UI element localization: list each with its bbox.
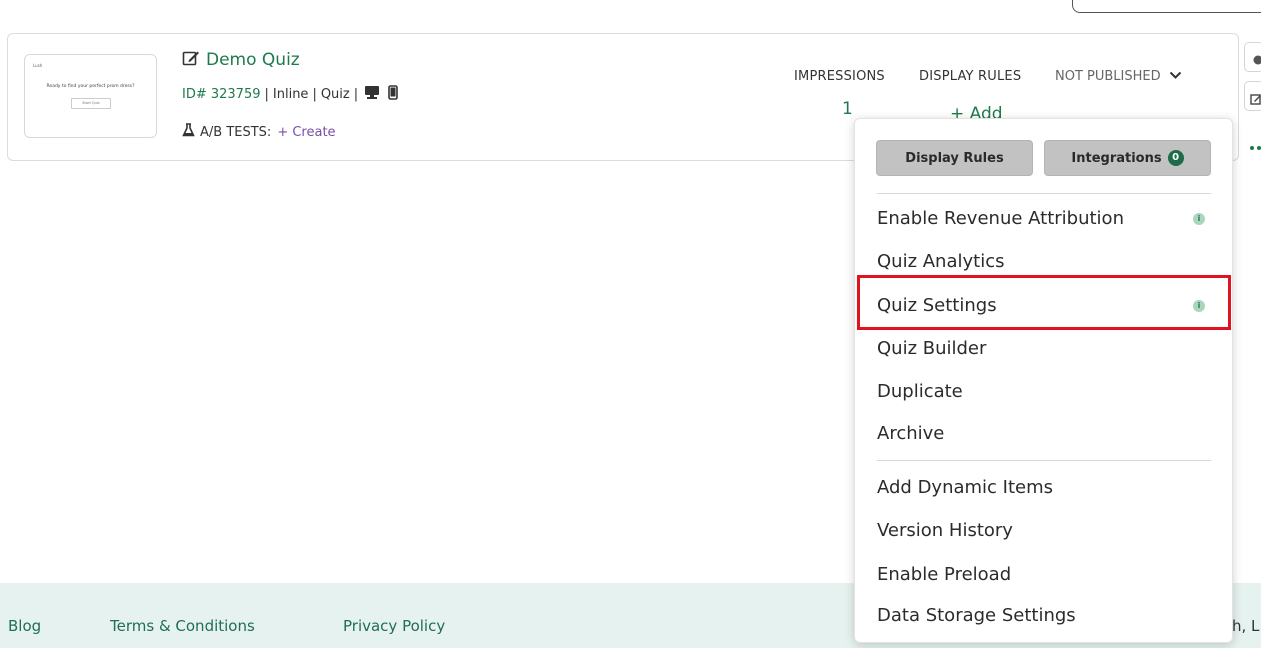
quiz-title-row[interactable]: Demo Quiz	[182, 49, 300, 71]
thumbnail-start-button: Start Quiz	[71, 98, 111, 109]
quiz-meta: ID# 323759 | Inline | Quiz |	[182, 85, 398, 104]
publish-status-label: NOT PUBLISHED	[1055, 69, 1161, 84]
menu-item-version-history[interactable]: Version History	[877, 520, 1013, 541]
more-options-icon[interactable]	[1249, 136, 1261, 150]
integrations-button[interactable]: Integrations 0	[1044, 140, 1211, 176]
menu-item-add-dynamic-items[interactable]: Add Dynamic Items	[877, 477, 1053, 498]
footer-terms-link[interactable]: Terms & Conditions	[110, 617, 255, 635]
info-icon[interactable]: i	[1193, 213, 1205, 225]
quiz-thumbnail[interactable]: Lush Ready to find your perfect prom dre…	[24, 54, 157, 138]
menu-item-quiz-builder[interactable]: Quiz Builder	[877, 338, 986, 359]
footer-privacy-link[interactable]: Privacy Policy	[343, 617, 445, 635]
menu-item-quiz-analytics[interactable]: Quiz Analytics	[877, 251, 1005, 272]
quiz-options-menu: Display Rules Integrations 0 Enable Reve…	[854, 118, 1233, 643]
mobile-icon	[388, 85, 398, 104]
integrations-button-label: Integrations	[1071, 150, 1162, 166]
thumbnail-logo: Lush	[33, 63, 43, 68]
quiz-category: Quiz	[320, 87, 350, 102]
chevron-down-icon	[1169, 69, 1182, 84]
footer-copyright: h, L	[1232, 617, 1260, 635]
quiz-title[interactable]: Demo Quiz	[206, 50, 300, 70]
footer-blog-link[interactable]: Blog	[8, 617, 41, 635]
menu-item-enable-revenue-attribution[interactable]: Enable Revenue Attribution	[877, 208, 1124, 229]
top-search-input[interactable]	[1072, 0, 1261, 13]
menu-item-enable-preload[interactable]: Enable Preload	[877, 564, 1011, 585]
desktop-icon	[364, 85, 380, 104]
ab-tests-row: A/B TESTS: + Create	[182, 123, 336, 141]
ab-create-link[interactable]: + Create	[277, 125, 335, 140]
integrations-count-badge: 0	[1167, 150, 1184, 166]
eye-icon	[1251, 51, 1261, 70]
quiz-id[interactable]: ID# 323759	[182, 87, 261, 102]
edit-side-button[interactable]	[1244, 81, 1261, 111]
display-rules-button[interactable]: Display Rules	[876, 140, 1033, 176]
flask-icon	[182, 123, 195, 141]
display-rules-button-label: Display Rules	[905, 150, 1004, 166]
menu-item-duplicate[interactable]: Duplicate	[877, 381, 963, 402]
publish-status-dropdown[interactable]: NOT PUBLISHED	[1055, 69, 1182, 84]
preview-side-button[interactable]	[1244, 42, 1261, 72]
ab-tests-label: A/B TESTS:	[200, 124, 272, 140]
menu-item-archive[interactable]: Archive	[877, 423, 944, 444]
menu-item-data-storage-settings[interactable]: Data Storage Settings	[877, 605, 1076, 626]
impressions-value: 1	[842, 99, 853, 119]
quiz-type: Inline	[272, 87, 309, 102]
quiz-settings-highlight	[857, 275, 1231, 330]
edit-icon	[1250, 90, 1261, 109]
impressions-label: IMPRESSIONS	[794, 69, 885, 84]
edit-icon[interactable]	[182, 49, 200, 71]
menu-divider	[877, 460, 1211, 461]
menu-divider	[877, 193, 1211, 194]
display-rules-label: DISPLAY RULES	[919, 69, 1022, 84]
thumbnail-question: Ready to find your perfect prom dress?	[46, 84, 135, 89]
